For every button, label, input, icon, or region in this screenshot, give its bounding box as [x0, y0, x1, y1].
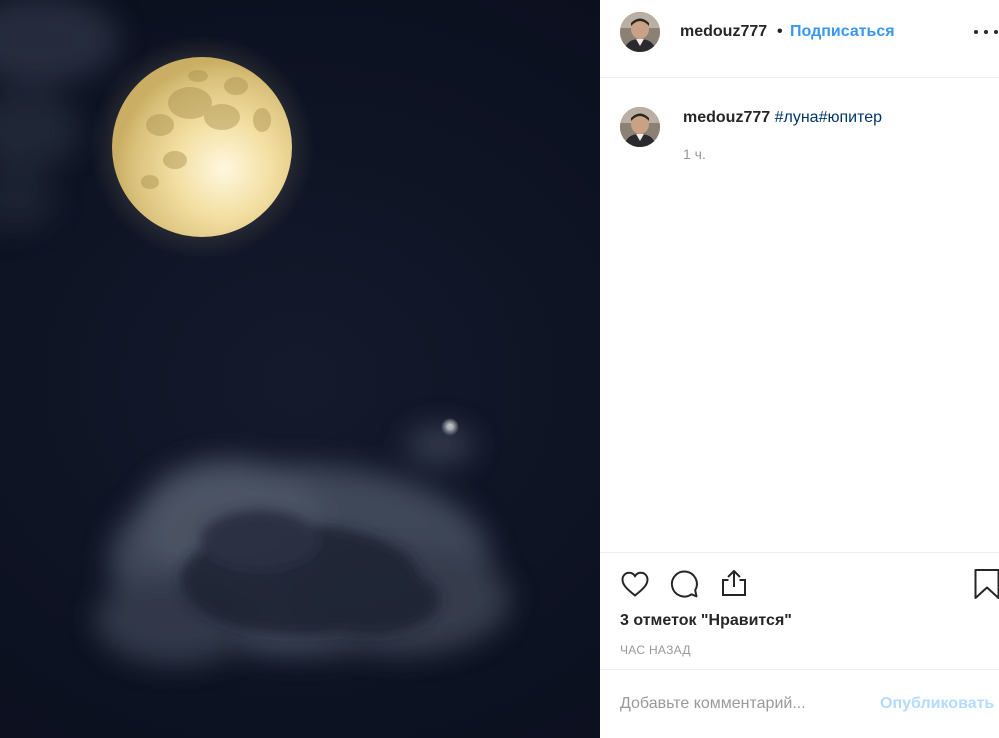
- share-icon[interactable]: [718, 567, 750, 599]
- caption-username[interactable]: medouz777: [683, 109, 770, 126]
- caption-comment: medouz777 #луна#юпитер 1 ч.: [600, 78, 999, 552]
- follow-button[interactable]: Подписаться: [790, 23, 895, 41]
- caption-hashtags[interactable]: #луна#юпитер: [775, 109, 882, 126]
- caption-text: medouz777 #луна#юпитер: [683, 109, 882, 127]
- avatar-image: [620, 107, 660, 147]
- post-photo[interactable]: [0, 0, 600, 738]
- avatar-image: [620, 12, 660, 52]
- post-actions: 3 отметок "Нравится" ЧАС НАЗАД: [600, 552, 999, 669]
- caption-timestamp: 1 ч.: [683, 146, 706, 162]
- more-options-icon[interactable]: [974, 20, 998, 44]
- avatar[interactable]: [620, 107, 660, 147]
- speech-bubble-icon[interactable]: [668, 568, 700, 600]
- likes-count[interactable]: 3 отметок "Нравится": [620, 612, 792, 630]
- post-header: medouz777 • Подписаться: [600, 0, 999, 78]
- avatar[interactable]: [620, 12, 660, 52]
- post-side-panel: medouz777 • Подписаться medouz777 #луна#…: [600, 0, 999, 738]
- publish-button[interactable]: Опубликовать: [880, 695, 994, 713]
- comment-input[interactable]: [620, 692, 860, 716]
- post-timestamp: ЧАС НАЗАД: [620, 643, 691, 657]
- author-username[interactable]: medouz777: [680, 23, 767, 41]
- heart-icon[interactable]: [619, 568, 651, 600]
- follow-separator: •: [777, 23, 783, 40]
- bookmark-icon[interactable]: [971, 568, 999, 600]
- add-comment-bar: Опубликовать: [600, 669, 999, 738]
- night-sky-image: [0, 0, 510, 665]
